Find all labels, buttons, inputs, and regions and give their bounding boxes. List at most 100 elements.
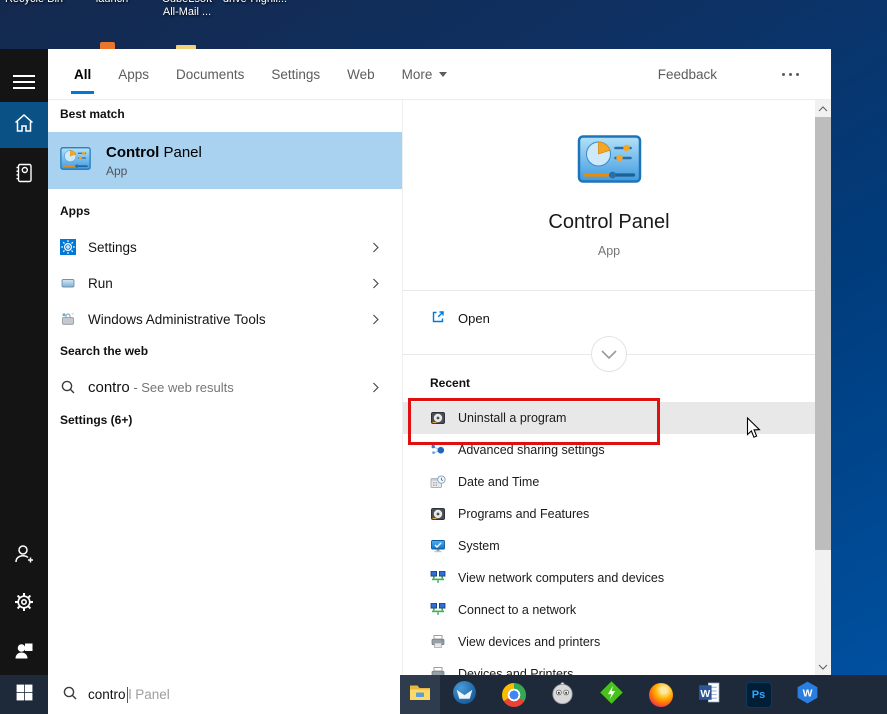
home-icon bbox=[12, 111, 36, 140]
start-left-rail bbox=[0, 49, 48, 675]
taskbar-search-input[interactable]: control Panel bbox=[48, 675, 400, 714]
taskbar-wps[interactable]: W bbox=[783, 675, 832, 714]
scrollbar-down-arrow[interactable] bbox=[815, 658, 831, 675]
taskbar-file-explorer[interactable] bbox=[400, 675, 440, 714]
chevron-right-icon[interactable] bbox=[369, 277, 382, 290]
search-typed-text: contro bbox=[88, 687, 126, 702]
accounts-icon bbox=[12, 638, 36, 667]
recent-item-uninstall-a-program[interactable]: Uninstall a program bbox=[403, 402, 815, 434]
hamburger-icon bbox=[13, 74, 35, 95]
recent-item-connect-to-network[interactable]: Connect to a network bbox=[403, 594, 815, 626]
gear-icon bbox=[12, 590, 36, 619]
text-caret bbox=[127, 687, 128, 703]
tab-apps[interactable]: Apps bbox=[118, 49, 149, 99]
taskbar-photoshop[interactable]: Ps bbox=[734, 675, 783, 714]
tab-settings[interactable]: Settings bbox=[271, 49, 320, 99]
programs-icon bbox=[430, 410, 446, 426]
settings-app-icon bbox=[60, 239, 76, 255]
file-explorer-icon bbox=[408, 680, 432, 709]
windows-desktop: Recycle Bin launch CubeLsoft All-Mail ..… bbox=[0, 0, 887, 714]
tab-web[interactable]: Web bbox=[347, 49, 375, 99]
expand-results-button[interactable] bbox=[590, 335, 628, 378]
thunderbird-icon bbox=[452, 680, 477, 710]
green-diamond-icon bbox=[599, 680, 624, 710]
firefox-icon bbox=[649, 683, 673, 707]
network-icon bbox=[430, 570, 446, 586]
rail-home-button[interactable] bbox=[0, 102, 48, 148]
tab-more[interactable]: More bbox=[402, 49, 448, 99]
rail-journal-button[interactable] bbox=[0, 152, 48, 198]
preview-app-title: Control Panel bbox=[403, 211, 815, 234]
more-options-icon[interactable] bbox=[782, 49, 799, 99]
scrollbar-thumb[interactable] bbox=[815, 117, 831, 550]
app-item-settings[interactable]: Settings bbox=[48, 229, 402, 265]
recent-item-advanced-sharing[interactable]: Advanced sharing settings bbox=[403, 434, 815, 466]
network-icon bbox=[430, 602, 446, 618]
taskbar-firefox[interactable] bbox=[636, 675, 685, 714]
app-item-admin-tools[interactable]: Windows Administrative Tools bbox=[48, 301, 402, 337]
taskbar-emulator-app[interactable] bbox=[538, 675, 587, 714]
recent-item-view-devices-printers[interactable]: View devices and printers bbox=[403, 626, 815, 658]
search-icon bbox=[60, 379, 76, 395]
apps-header: Apps bbox=[60, 204, 90, 218]
recent-item-system[interactable]: System bbox=[403, 530, 815, 562]
desktop-icon-label[interactable]: Recycle Bin bbox=[0, 0, 68, 6]
best-match-title: Control Panel bbox=[106, 144, 202, 161]
tab-documents[interactable]: Documents bbox=[176, 49, 244, 99]
tab-all[interactable]: All bbox=[74, 49, 91, 99]
date-time-icon bbox=[430, 474, 446, 490]
chevron-right-icon[interactable] bbox=[369, 313, 382, 326]
hamburger-menu-button[interactable] bbox=[0, 61, 48, 107]
taskbar-thunderbird[interactable] bbox=[440, 675, 489, 714]
system-icon bbox=[430, 538, 446, 554]
desktop-icon-label[interactable]: launch bbox=[78, 0, 146, 6]
best-match-control-panel[interactable]: Control Panel App bbox=[48, 132, 402, 189]
divider bbox=[403, 290, 815, 291]
photoshop-icon: Ps bbox=[746, 682, 772, 708]
start-button[interactable] bbox=[0, 675, 48, 714]
web-search-item[interactable]: contro - See web results bbox=[48, 369, 402, 405]
search-tabs: All Apps Documents Settings Web More Fee… bbox=[48, 49, 831, 100]
scrollbar-up-arrow[interactable] bbox=[815, 100, 831, 117]
admin-tools-icon bbox=[60, 311, 76, 327]
recent-item-view-network-computers[interactable]: View network computers and devices bbox=[403, 562, 815, 594]
desktop-icon-label[interactable]: CubeLsoft All-Mail ... bbox=[153, 0, 221, 19]
chevron-down-icon bbox=[439, 72, 447, 77]
rail-accounts-button[interactable] bbox=[0, 629, 48, 675]
control-panel-large-icon bbox=[577, 135, 642, 188]
run-app-icon bbox=[60, 275, 76, 291]
word-icon: W bbox=[697, 680, 722, 710]
wps-icon: W bbox=[795, 680, 820, 710]
desktop-icon-label[interactable]: drive-Highli... bbox=[221, 0, 289, 6]
taskbar-green-app[interactable] bbox=[587, 675, 636, 714]
svg-text:W: W bbox=[700, 689, 710, 700]
recent-header: Recent bbox=[430, 376, 470, 390]
journal-icon bbox=[12, 161, 36, 190]
recent-item-date-and-time[interactable]: Date and Time bbox=[403, 466, 815, 498]
web-search-suffix: - See web results bbox=[130, 380, 234, 395]
best-match-subtitle: App bbox=[106, 164, 202, 178]
recent-item-programs-and-features[interactable]: Programs and Features bbox=[403, 498, 815, 530]
rail-settings-button[interactable] bbox=[0, 581, 48, 627]
windows-logo-icon bbox=[15, 683, 34, 707]
best-match-header: Best match bbox=[60, 107, 125, 121]
feedback-button[interactable]: Feedback bbox=[658, 49, 717, 99]
programs-icon bbox=[430, 506, 446, 522]
app-item-run[interactable]: Run bbox=[48, 265, 402, 301]
web-header: Search the web bbox=[60, 344, 148, 358]
rail-add-user-button[interactable] bbox=[0, 533, 48, 579]
control-panel-icon bbox=[60, 147, 91, 175]
settings-results-header: Settings (6+) bbox=[60, 413, 132, 427]
open-action[interactable]: Open bbox=[403, 300, 815, 336]
chevron-right-icon[interactable] bbox=[369, 241, 382, 254]
printer-icon bbox=[430, 634, 446, 650]
add-user-icon bbox=[12, 542, 36, 571]
sharing-icon bbox=[430, 442, 446, 458]
taskbar-word[interactable]: W bbox=[685, 675, 734, 714]
search-icon bbox=[62, 685, 78, 704]
chevron-right-icon[interactable] bbox=[369, 381, 382, 394]
open-icon bbox=[430, 309, 446, 328]
taskbar-chrome[interactable] bbox=[489, 675, 538, 714]
svg-text:W: W bbox=[803, 688, 813, 699]
robot-app-icon bbox=[550, 680, 575, 710]
